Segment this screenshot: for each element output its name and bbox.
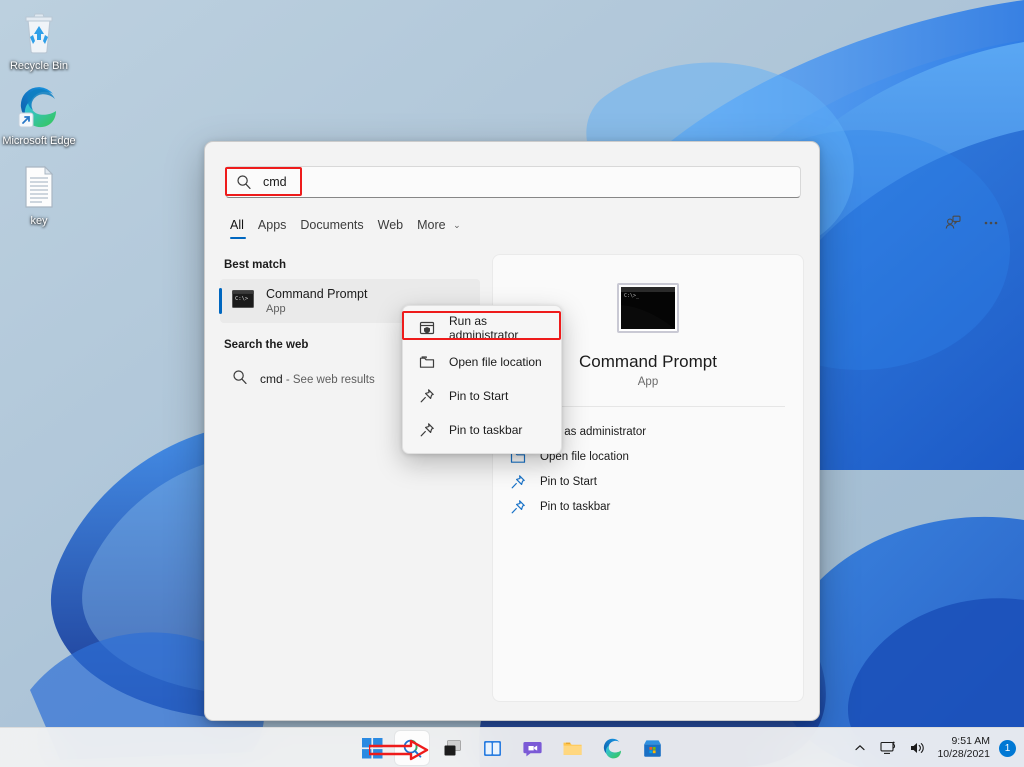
tab-documents[interactable]: Documents: [300, 215, 377, 241]
tab-more[interactable]: More ⌄: [417, 215, 475, 241]
desktop: Recycle Bin Microsoft Edge: [0, 0, 1024, 767]
pin-icon: [418, 388, 435, 405]
start-button[interactable]: [355, 731, 389, 765]
preview-action-pin-to-start[interactable]: Pin to Start: [509, 469, 787, 494]
desktop-icon-label: Recycle Bin: [2, 60, 76, 73]
volume-icon[interactable]: [908, 738, 928, 758]
desktop-icon-microsoft-edge[interactable]: Microsoft Edge: [2, 85, 76, 148]
folder-icon: [418, 354, 435, 371]
tab-label: Apps: [258, 218, 287, 232]
desktop-icon-label: key: [2, 215, 76, 228]
clock-time: 9:51 AM: [937, 735, 990, 748]
context-menu: Run as administrator Open file location …: [402, 305, 562, 454]
shield-window-icon: [418, 320, 435, 337]
desktop-icon-label: Microsoft Edge: [2, 135, 76, 148]
taskbar-buttons: [355, 728, 669, 767]
pin-icon: [509, 498, 526, 515]
pin-icon: [509, 473, 526, 490]
search-icon: [236, 174, 252, 190]
web-result-query: cmd: [260, 372, 283, 386]
pin-icon: [418, 422, 435, 439]
recycle-bin-icon: [2, 10, 76, 56]
desktop-icon-key-document[interactable]: key: [2, 165, 76, 228]
notification-badge[interactable]: 1: [999, 740, 1016, 757]
microsoft-store-button[interactable]: [635, 731, 669, 765]
tab-label: Documents: [300, 218, 363, 232]
context-menu-item-pin-to-start[interactable]: Pin to Start: [403, 379, 561, 413]
tab-label: Web: [378, 218, 403, 232]
tab-all[interactable]: All: [230, 215, 258, 241]
edge-button[interactable]: [595, 731, 629, 765]
preview-action-pin-to-taskbar[interactable]: Pin to taskbar: [509, 494, 787, 519]
chevron-down-icon: ⌄: [453, 220, 461, 231]
search-input-wrapper[interactable]: cmd: [225, 166, 801, 198]
desktop-icon-recycle-bin[interactable]: Recycle Bin: [2, 10, 76, 73]
tab-apps[interactable]: Apps: [258, 215, 301, 241]
file-explorer-button[interactable]: [555, 731, 589, 765]
clock-date: 10/28/2021: [937, 748, 990, 761]
widgets-button[interactable]: [475, 731, 509, 765]
search-header-actions: [942, 212, 1002, 234]
tab-label: All: [230, 218, 244, 232]
search-icon: [232, 369, 248, 390]
result-subtitle: App: [266, 302, 367, 316]
context-menu-item-pin-to-taskbar[interactable]: Pin to taskbar: [403, 413, 561, 447]
preview-action-label: Pin to Start: [540, 476, 597, 488]
taskbar: 9:51 AM 10/28/2021 1: [0, 727, 1024, 767]
more-options-icon[interactable]: [980, 212, 1002, 234]
context-menu-item-label: Pin to taskbar: [449, 423, 522, 437]
task-view-button[interactable]: [435, 731, 469, 765]
search-input-value: cmd: [263, 175, 287, 189]
show-hidden-icons-chevron-up-icon[interactable]: [850, 738, 870, 758]
tab-label: More: [417, 218, 445, 232]
context-menu-item-run-as-administrator[interactable]: Run as administrator: [403, 311, 561, 345]
command-prompt-icon: C:\>_: [617, 283, 679, 338]
microsoft-edge-icon: [2, 85, 76, 131]
web-result-suffix: - See web results: [283, 374, 375, 386]
context-menu-item-label: Run as administrator: [449, 314, 549, 342]
search-filter-tabs: All Apps Documents Web More ⌄: [230, 215, 475, 241]
svg-text:C:\>_: C:\>_: [624, 293, 640, 299]
search-input[interactable]: cmd: [225, 166, 801, 198]
context-menu-item-label: Pin to Start: [449, 389, 508, 403]
tab-web[interactable]: Web: [378, 215, 417, 241]
clock[interactable]: 9:51 AM 10/28/2021: [937, 735, 990, 761]
text-document-icon: [2, 165, 76, 211]
result-title: Command Prompt: [266, 287, 367, 302]
chat-button[interactable]: [515, 731, 549, 765]
preview-action-label: Pin to taskbar: [540, 501, 610, 513]
context-menu-item-open-file-location[interactable]: Open file location: [403, 345, 561, 379]
system-tray: 9:51 AM 10/28/2021 1: [850, 728, 1016, 767]
svg-text:C:\>: C:\>: [235, 296, 249, 302]
command-prompt-icon: C:\>: [232, 290, 254, 313]
context-menu-item-label: Open file location: [449, 355, 542, 369]
feedback-icon[interactable]: [942, 212, 964, 234]
network-icon[interactable]: [879, 738, 899, 758]
search-button[interactable]: [395, 731, 429, 765]
best-match-heading: Best match: [204, 255, 492, 279]
